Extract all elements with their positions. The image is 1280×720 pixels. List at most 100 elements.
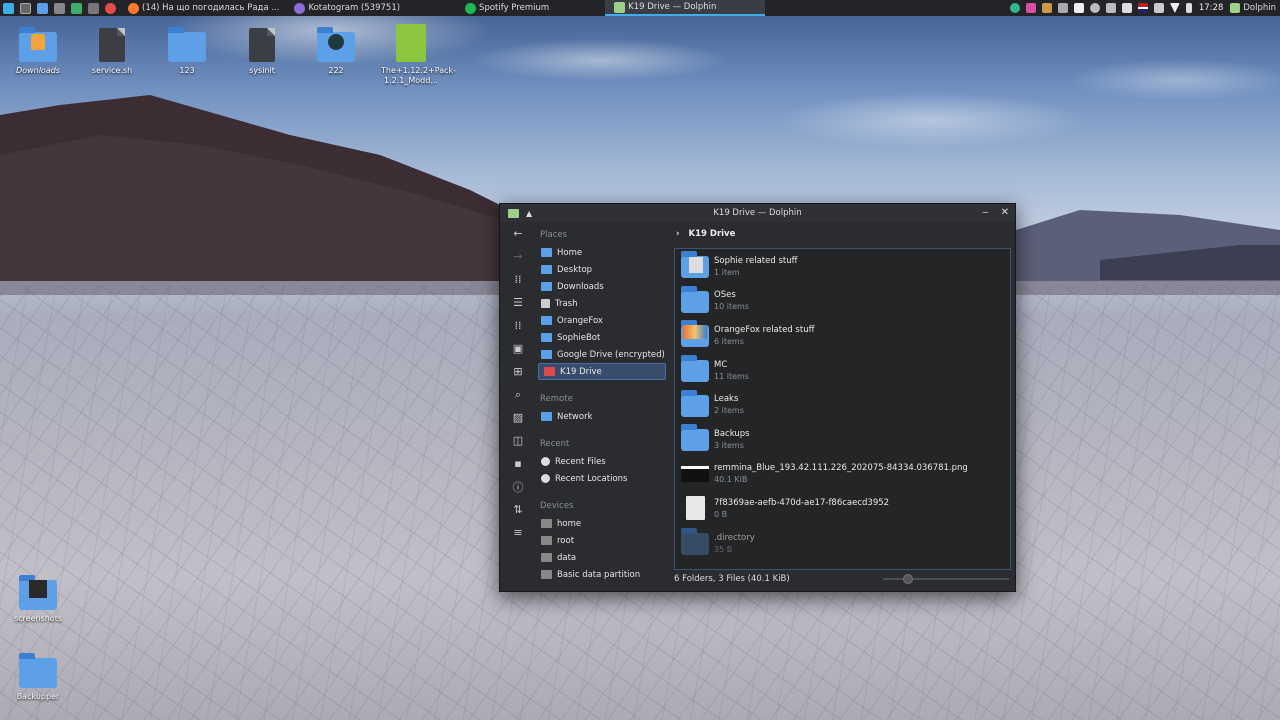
list-item[interactable]: Leaks 2 items [675, 387, 1010, 422]
zoom-slider-handle[interactable] [903, 574, 914, 584]
compact-view-icon[interactable]: ☰ [500, 291, 536, 314]
device-data[interactable]: data [536, 549, 668, 566]
place-desktop[interactable]: Desktop [536, 261, 668, 278]
place-trash[interactable]: Trash [536, 295, 668, 312]
list-item[interactable]: remmina_Blue_193.42.111.226_202075-84334… [675, 457, 1010, 492]
desktop-icon-123[interactable]: 123 [157, 24, 217, 75]
file-name: Backups [714, 428, 750, 439]
list-item[interactable]: OSes 10 items [675, 284, 1010, 319]
icons-view-icon[interactable]: ⁞⁞ [500, 268, 536, 291]
task-telegram[interactable]: Kotatogram (539751) [285, 0, 406, 16]
device-basic-data[interactable]: Basic data partition [536, 566, 668, 583]
close-button[interactable]: ✕ [1001, 207, 1009, 218]
desktop-icon-label: screenshots [13, 614, 63, 623]
image-thumbnail [689, 257, 703, 274]
place-downloads[interactable]: Downloads [536, 278, 668, 295]
places-panel: Places Home Desktop Downloads Trash Oran… [536, 222, 668, 591]
split-view-icon[interactable]: ◫ [500, 429, 536, 452]
forward-button[interactable]: → [500, 245, 536, 268]
list-item[interactable]: Backups 3 items [675, 422, 1010, 457]
archive-icon [396, 24, 426, 62]
task-spotify[interactable]: Spotify Premium [456, 0, 555, 16]
desktop-icon-pack[interactable]: The+1.12.2+Pack-1.2.1_Modd... [381, 24, 456, 86]
network-icon [541, 412, 552, 421]
window-titlebar[interactable]: ▲ K19 Drive — Dolphin ‒ ✕ [500, 204, 1015, 222]
file-icon [686, 496, 705, 521]
place-label: K19 Drive [560, 366, 602, 377]
terminal-icon[interactable]: ▪ [500, 452, 536, 475]
battery-icon[interactable] [1185, 3, 1192, 13]
place-network[interactable]: Network [536, 408, 668, 425]
place-label: Recent Files [555, 456, 606, 467]
image-icon[interactable]: ▨ [500, 406, 536, 429]
place-label: SophieBot [557, 332, 601, 343]
file-size: 11 items [714, 371, 749, 381]
details-view-icon[interactable]: ⁞⁞ [500, 314, 536, 337]
place-orangefox[interactable]: OrangeFox [536, 312, 668, 329]
display-icon[interactable] [1153, 3, 1164, 13]
keyboard-layout-icon[interactable] [1137, 3, 1148, 13]
back-button[interactable]: ← [500, 222, 536, 245]
task-label: Kotatogram (539751) [308, 3, 401, 13]
breadcrumb-item[interactable]: K19 Drive [689, 229, 736, 239]
place-label: Network [557, 411, 593, 422]
app-icon [328, 34, 344, 50]
desktop-icon-222[interactable]: 222 [306, 24, 366, 75]
desktop-icon-backupper[interactable]: Backupper [8, 650, 68, 701]
toolbar: ← → ⁞⁞ ☰ ⁞⁞ ▣ ⊞ ⌕ ▨ ◫ ▪ ⓘ ⇅ ≡ [500, 222, 536, 591]
folder-icon [681, 355, 709, 383]
list-item[interactable]: MC 11 items [675, 353, 1010, 388]
task-dolphin[interactable]: K19 Drive — Dolphin [605, 0, 766, 16]
firefox-icon [128, 2, 139, 14]
app-launcher-icon[interactable] [3, 2, 14, 14]
kdeconnect-icon[interactable] [71, 2, 82, 14]
desktop-icon[interactable] [20, 2, 31, 14]
minimize-button[interactable]: ‒ [982, 207, 988, 218]
device-root[interactable]: root [536, 532, 668, 549]
info-icon[interactable]: ⓘ [500, 475, 536, 498]
menu-icon[interactable]: ≡ [500, 521, 536, 544]
desktop-icon-sysinit[interactable]: sysinit [232, 24, 292, 75]
network-icon[interactable] [1169, 3, 1180, 13]
place-recent-files[interactable]: Recent Files [536, 453, 668, 470]
place-k19-drive[interactable]: K19 Drive [538, 363, 666, 380]
sync-icon[interactable] [1009, 3, 1020, 13]
place-sophiebot[interactable]: SophieBot [536, 329, 668, 346]
home-icon [541, 248, 552, 257]
record-icon[interactable] [105, 2, 116, 14]
volume-icon[interactable] [1121, 3, 1132, 13]
avatar-tray-icon[interactable] [1041, 3, 1052, 13]
clock[interactable]: 17:28 [1199, 3, 1224, 13]
desktop-icon-label: sysinit [249, 66, 275, 75]
list-item[interactable]: OrangeFox related stuff 6 items [675, 318, 1010, 353]
new-tab-icon[interactable]: ⊞ [500, 360, 536, 383]
preview-icon[interactable]: ▣ [500, 337, 536, 360]
search-icon[interactable]: ⌕ [500, 383, 536, 406]
place-home[interactable]: Home [536, 244, 668, 261]
device-home[interactable]: home [536, 515, 668, 532]
folder-icon[interactable] [37, 2, 48, 14]
list-item[interactable]: 7f8369ae-aefb-470d-ae17-f86caecd3952 0 B [675, 491, 1010, 526]
place-label: Home [557, 247, 583, 258]
clipboard-icon[interactable] [1057, 3, 1068, 13]
list-item[interactable]: Sophie related stuff 1 item [675, 249, 1010, 284]
place-recent-locations[interactable]: Recent Locations [536, 470, 668, 487]
desktop-icon-screenshots[interactable]: screenshots [8, 572, 68, 623]
zoom-slider[interactable] [883, 574, 1009, 584]
place-google-drive[interactable]: Google Drive (encrypted) [536, 346, 668, 363]
sort-icon[interactable]: ⇅ [500, 498, 536, 521]
bluetooth-icon[interactable] [1105, 3, 1116, 13]
breadcrumb[interactable]: › K19 Drive [670, 222, 1013, 246]
png-thumbnail [681, 465, 709, 482]
image-thumbnail [683, 325, 707, 340]
desktop-icon-service-sh[interactable]: service.sh [82, 24, 142, 75]
terminal-icon[interactable] [54, 2, 65, 14]
desktop-icon-label: Downloads [16, 66, 60, 75]
desktop-icon-downloads[interactable]: Downloads [8, 24, 68, 75]
app-tray-icon[interactable] [1025, 3, 1036, 13]
media-play-icon[interactable] [1073, 3, 1084, 13]
list-item[interactable]: .directory 35 B [675, 526, 1010, 561]
vpn-icon[interactable] [1089, 3, 1100, 13]
system-settings-icon[interactable] [88, 2, 99, 14]
task-firefox[interactable]: (14) На що погодилась Рада ... [119, 0, 285, 16]
